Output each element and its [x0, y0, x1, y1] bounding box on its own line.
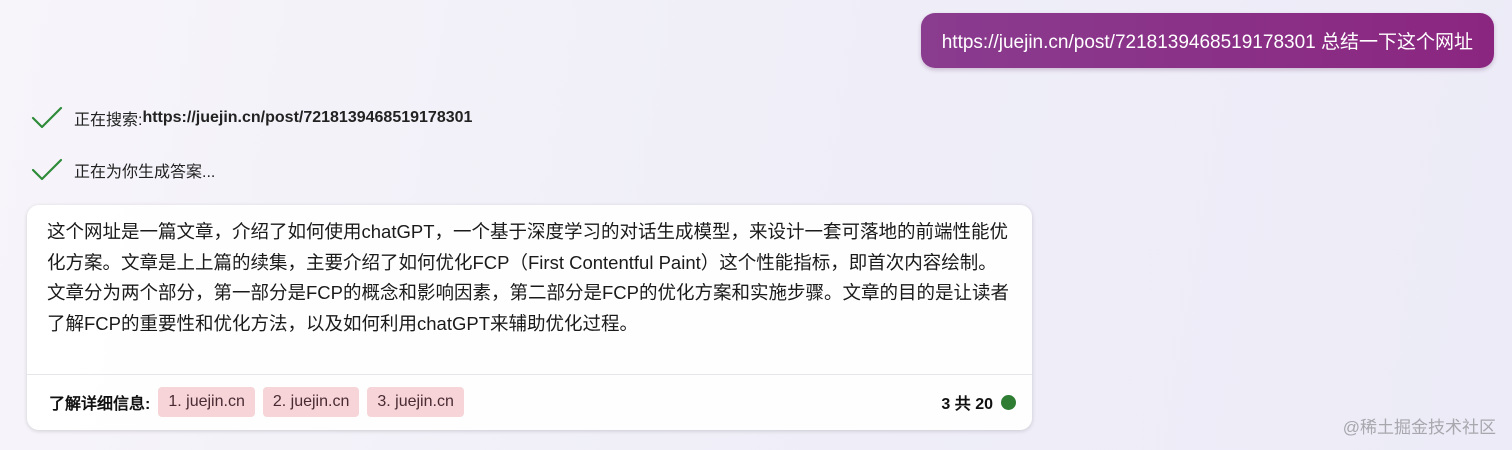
watermark: @稀土掘金技术社区	[1342, 418, 1496, 437]
source-link-1[interactable]: 1. juejin.cn	[158, 387, 255, 417]
answer-footer: 了解详细信息: 1. juejin.cn 2. juejin.cn 3. jue…	[49, 386, 1016, 418]
answer-text[interactable]: 这个网址是一篇文章，介绍了如何使用chatGPT，一个基于深度学习的对话生成模型…	[47, 217, 1015, 339]
user-message-text: https://juejin.cn/post/72181394685191783…	[941, 32, 1473, 53]
check-icon	[31, 158, 63, 181]
search-status-label: 正在搜索:	[74, 112, 143, 129]
search-status-row: 正在搜索: https://juejin.cn/post/72181394685…	[30, 105, 472, 131]
turn-counter: 3 共 20	[941, 390, 1016, 414]
check-icon	[31, 106, 63, 129]
source-link-3[interactable]: 3. juejin.cn	[367, 387, 464, 417]
learn-more-label: 了解详细信息:	[49, 396, 151, 413]
card-divider	[27, 374, 1032, 375]
source-link-2[interactable]: 2. juejin.cn	[262, 387, 360, 417]
answer-card: 这个网址是一篇文章，介绍了如何使用chatGPT，一个基于深度学习的对话生成模型…	[27, 205, 1032, 430]
user-message-bubble: https://juejin.cn/post/72181394685191783…	[920, 13, 1494, 68]
turn-counter-text: 3 共 20	[941, 396, 993, 413]
search-status-url: https://juejin.cn/post/72181394685191783…	[142, 109, 473, 126]
status-dot-icon	[1001, 394, 1016, 410]
generating-status-label: 正在为你生成答案...	[74, 164, 216, 181]
generating-status-row: 正在为你生成答案...	[30, 157, 215, 183]
